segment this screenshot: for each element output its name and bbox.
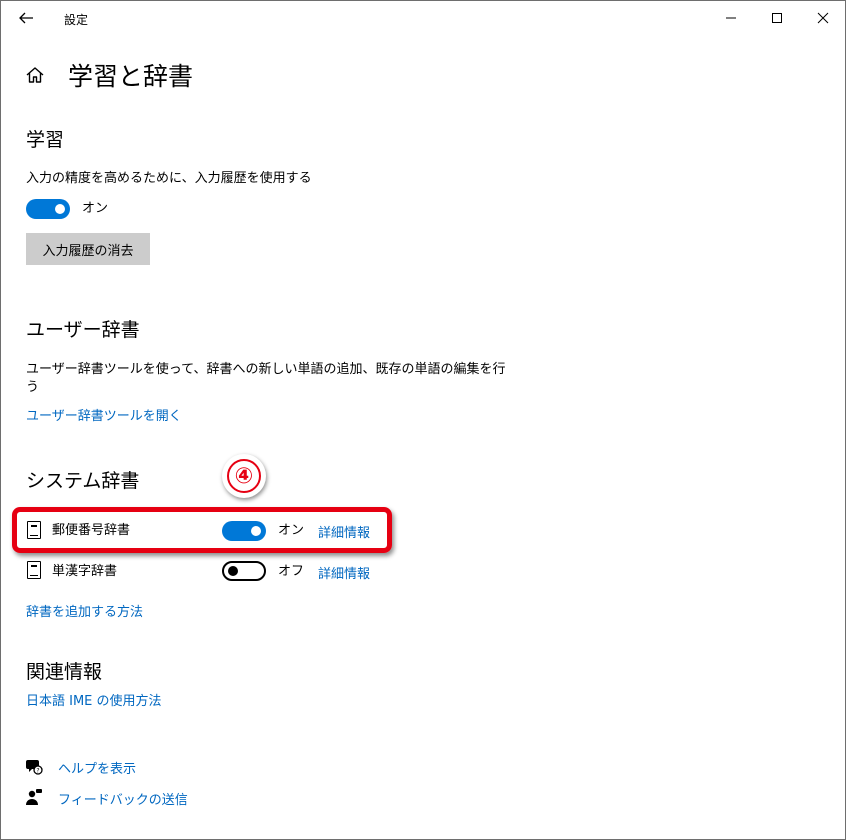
learning-description: 入力の精度を高めるために、入力履歴を使用する	[26, 171, 312, 186]
learning-toggle-state: オン	[82, 201, 109, 216]
svg-text:?: ?	[36, 768, 39, 775]
system-dict-heading: システム辞書	[26, 470, 140, 492]
help-link[interactable]: ヘルプを表示	[58, 758, 136, 777]
kanji-dict-name: 単漢字辞書	[52, 564, 118, 579]
user-dict-heading: ユーザー辞書	[26, 319, 140, 341]
window-title: 設定	[64, 13, 89, 27]
feedback-person-icon	[25, 788, 43, 806]
ime-usage-link[interactable]: 日本語 IME の使用方法	[26, 690, 162, 709]
back-arrow-icon[interactable]	[17, 9, 35, 27]
minimize-button[interactable]	[708, 1, 754, 35]
related-heading: 関連情報	[26, 661, 103, 683]
step-badge: ④	[222, 454, 266, 498]
dictionary-icon	[27, 561, 41, 579]
kanji-dict-state: オフ	[278, 564, 305, 579]
add-dictionary-link[interactable]: 辞書を追加する方法	[26, 601, 143, 620]
user-dict-description-line1: ユーザー辞書ツールを使って、辞書への新しい単語の追加、既存の単語の編集を行	[26, 362, 506, 377]
user-dict-description-line2: う	[26, 380, 40, 395]
help-chat-icon: ?	[25, 757, 43, 775]
toggle-knob	[228, 566, 238, 576]
close-icon	[817, 9, 829, 28]
close-button[interactable]	[800, 1, 846, 35]
kanji-dict-details-link[interactable]: 詳細情報	[318, 563, 370, 582]
maximize-icon	[771, 9, 783, 28]
feedback-link[interactable]: フィードバックの送信	[58, 789, 188, 808]
clear-history-button[interactable]: 入力履歴の消去	[26, 233, 150, 265]
open-user-dict-link[interactable]: ユーザー辞書ツールを開く	[26, 405, 182, 424]
minimize-icon	[725, 9, 737, 28]
learning-toggle[interactable]	[26, 199, 70, 219]
kanji-dict-toggle[interactable]	[222, 561, 266, 581]
home-icon[interactable]	[25, 65, 45, 85]
toggle-knob	[55, 204, 65, 214]
step-number: ④	[227, 459, 261, 493]
learning-heading: 学習	[26, 129, 65, 151]
page-title: 学習と辞書	[68, 62, 194, 91]
highlight-box	[12, 507, 392, 553]
maximize-button[interactable]	[754, 1, 800, 35]
